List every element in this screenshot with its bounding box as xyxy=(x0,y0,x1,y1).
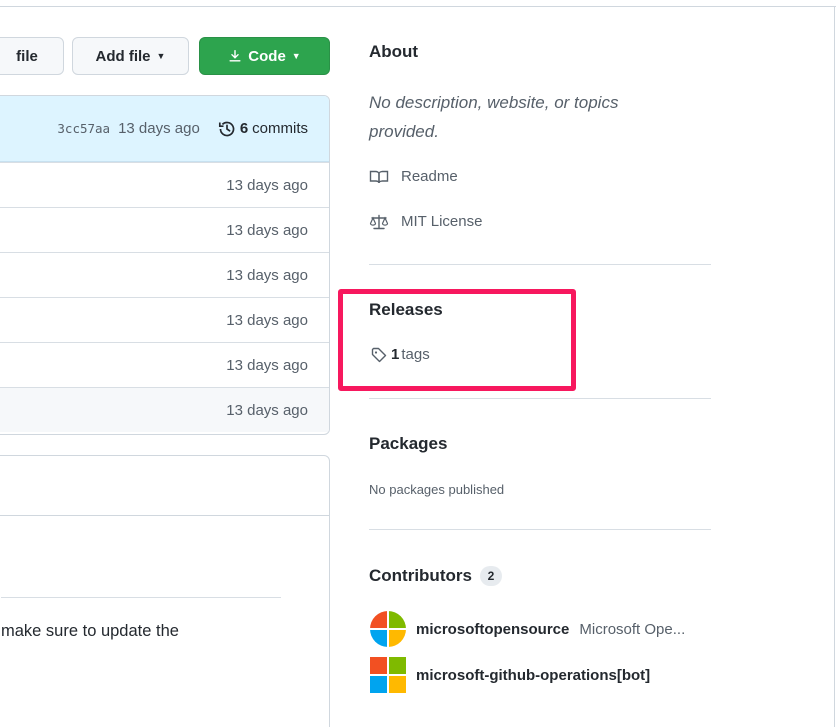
readme-link[interactable]: Readme xyxy=(369,168,458,185)
code-button[interactable]: Code ▼ xyxy=(199,37,330,75)
avatar xyxy=(370,657,406,693)
table-row[interactable]: 13 days ago xyxy=(0,387,329,432)
sidebar-divider xyxy=(369,264,711,265)
table-row[interactable]: 13 days ago xyxy=(0,342,329,387)
sidebar-divider xyxy=(369,529,711,530)
contributor-full-name: Microsoft Ope... xyxy=(579,620,686,638)
go-to-file-label: file xyxy=(16,47,38,65)
readme-link-label: Readme xyxy=(401,168,458,185)
commits-link[interactable]: 6 commits xyxy=(218,120,308,138)
table-row[interactable]: 13 days ago xyxy=(0,162,329,207)
add-file-label: Add file xyxy=(95,47,151,65)
contributor-login: microsoft-github-operations[bot] xyxy=(416,666,651,684)
contributors-count-badge: 2 xyxy=(479,566,502,586)
commits-label: commits xyxy=(252,120,308,137)
about-description: No description, website, or topics provi… xyxy=(369,93,619,141)
caret-down-icon: ▼ xyxy=(291,51,301,61)
add-file-button[interactable]: Add file ▼ xyxy=(72,37,189,75)
file-time: 13 days ago xyxy=(226,401,308,419)
packages-heading[interactable]: Packages xyxy=(369,434,447,454)
packages-empty-text: No packages published xyxy=(369,482,505,497)
releases-highlight-box xyxy=(338,289,576,391)
file-time: 13 days ago xyxy=(226,311,308,329)
readme-divider xyxy=(1,597,281,598)
history-icon xyxy=(218,121,235,136)
file-time: 13 days ago xyxy=(226,221,308,239)
readme-panel: make sure to update the xyxy=(0,455,330,727)
avatar xyxy=(370,611,406,647)
law-scale-icon xyxy=(369,214,389,229)
license-link[interactable]: MIT License xyxy=(369,213,482,230)
contributor-login: microsoftopensource xyxy=(416,620,570,638)
commit-sha-link[interactable]: 3cc57aa xyxy=(57,121,110,136)
go-to-file-button[interactable]: file xyxy=(0,37,64,75)
window-right-border xyxy=(834,6,835,727)
book-icon xyxy=(369,170,389,183)
download-icon xyxy=(229,50,241,62)
caret-down-icon: ▼ xyxy=(156,51,166,61)
table-row[interactable]: 13 days ago xyxy=(0,252,329,297)
latest-commit-bar: 3cc57aa 13 days ago 6 commits xyxy=(0,96,329,162)
about-heading: About xyxy=(369,42,419,61)
contributor-item[interactable]: microsoftopensource Microsoft Ope... xyxy=(370,611,685,647)
file-time: 13 days ago xyxy=(226,356,308,374)
commit-time: 13 days ago xyxy=(118,120,200,137)
contributors-title: Contributors xyxy=(369,566,472,585)
file-list: 3cc57aa 13 days ago 6 commits 13 days ag… xyxy=(0,95,330,435)
code-label: Code xyxy=(248,47,286,65)
commits-count: 6 xyxy=(239,120,249,137)
contributors-heading[interactable]: Contributors 2 xyxy=(369,566,502,586)
table-row[interactable]: 13 days ago xyxy=(0,297,329,342)
table-row[interactable]: 13 days ago xyxy=(0,207,329,252)
license-link-label: MIT License xyxy=(401,213,483,230)
file-time: 13 days ago xyxy=(226,176,308,194)
sidebar-divider xyxy=(369,398,711,399)
file-time: 13 days ago xyxy=(226,266,308,284)
readme-header xyxy=(0,456,329,516)
contributor-item[interactable]: microsoft-github-operations[bot] xyxy=(370,657,650,693)
window-top-border xyxy=(0,6,836,7)
readme-text: make sure to update the xyxy=(1,622,179,640)
